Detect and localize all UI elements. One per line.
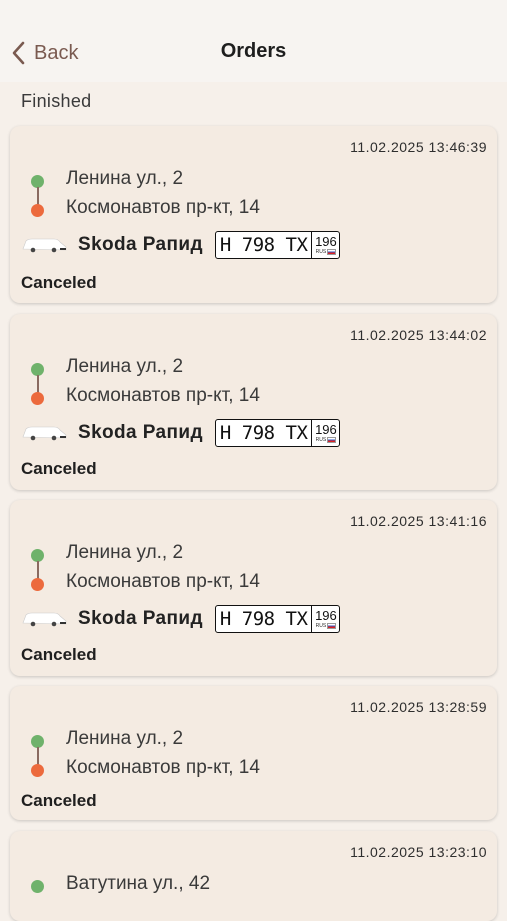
russia-flag-icon — [327, 437, 337, 443]
car-info: Skoda Рапид Н 798 ТХ 196 RUS — [20, 418, 341, 448]
plate-number: Н 798 ТХ — [216, 606, 313, 632]
car-model: Skoda Рапид — [78, 608, 203, 629]
license-plate: Н 798 ТХ 196 RUS — [214, 231, 341, 259]
plate-region: 196 — [315, 422, 337, 437]
plate-country: RUS — [316, 249, 337, 255]
dropoff-address: Космонавтов пр-кт, 14 — [66, 385, 260, 406]
pickup-address: Ватутина ул., 42 — [66, 873, 211, 894]
plate-number: Н 798 ТХ — [216, 420, 313, 446]
car-icon — [22, 238, 67, 253]
plate-region: 196 — [315, 234, 337, 249]
header-bar: Back Orders — [0, 0, 507, 82]
car-model: Skoda Рапид — [78, 422, 203, 443]
order-timestamp: 11.02.2025 13:28:59 — [350, 699, 487, 715]
car-info: Skoda Рапид Н 798 ТХ 196 RUS — [20, 230, 341, 260]
license-plate: Н 798 ТХ 196 RUS — [214, 605, 341, 633]
order-timestamp: 11.02.2025 13:41:16 — [350, 513, 487, 529]
pickup-address: Ленина ул., 2 — [66, 728, 184, 749]
plate-region-block: 196 RUS — [312, 420, 339, 446]
order-status: Canceled — [21, 645, 97, 664]
pickup-address: Ленина ул., 2 — [66, 356, 184, 377]
pickup-dot-icon — [31, 880, 44, 893]
order-status: Canceled — [21, 273, 97, 292]
order-card[interactable]: 11.02.2025 13:23:10 Ватутина ул., 42 — [10, 831, 497, 921]
car-icon — [22, 426, 67, 441]
plate-region-block: 196 RUS — [312, 232, 339, 258]
plate-region: 196 — [315, 608, 337, 623]
order-timestamp: 11.02.2025 13:23:10 — [350, 844, 487, 860]
order-card[interactable]: 11.02.2025 13:41:16 Ленина ул., 2 Космон… — [10, 500, 497, 676]
pickup-address: Ленина ул., 2 — [66, 542, 184, 563]
plate-country: RUS — [316, 623, 337, 629]
russia-flag-icon — [327, 249, 337, 255]
order-status: Canceled — [21, 791, 97, 810]
plate-country: RUS — [316, 437, 337, 443]
dropoff-address: Космонавтов пр-кт, 14 — [66, 571, 260, 592]
dropoff-dot-icon — [31, 578, 44, 591]
dropoff-address: Космонавтов пр-кт, 14 — [66, 757, 260, 778]
order-timestamp: 11.02.2025 13:46:39 — [350, 139, 487, 155]
dropoff-address: Космонавтов пр-кт, 14 — [66, 197, 260, 218]
pickup-address: Ленина ул., 2 — [66, 168, 184, 189]
plate-number: Н 798 ТХ — [216, 232, 313, 258]
dropoff-dot-icon — [31, 204, 44, 217]
car-info: Skoda Рапид Н 798 ТХ 196 RUS — [20, 604, 341, 634]
order-card[interactable]: 11.02.2025 13:46:39 Ленина ул., 2 Космон… — [10, 126, 497, 303]
license-plate: Н 798 ТХ 196 RUS — [214, 419, 341, 447]
russia-flag-icon — [327, 623, 337, 629]
car-icon — [22, 612, 67, 627]
dropoff-dot-icon — [31, 392, 44, 405]
order-card[interactable]: 11.02.2025 13:44:02 Ленина ул., 2 Космон… — [10, 314, 497, 490]
car-model: Skoda Рапид — [78, 234, 203, 255]
order-timestamp: 11.02.2025 13:44:02 — [350, 327, 487, 343]
section-label-finished: Finished — [21, 91, 92, 111]
dropoff-dot-icon — [31, 764, 44, 777]
page-title: Orders — [220, 40, 287, 62]
order-card[interactable]: 11.02.2025 13:28:59 Ленина ул., 2 Космон… — [10, 686, 497, 820]
plate-region-block: 196 RUS — [312, 606, 339, 632]
order-status: Canceled — [21, 459, 97, 478]
